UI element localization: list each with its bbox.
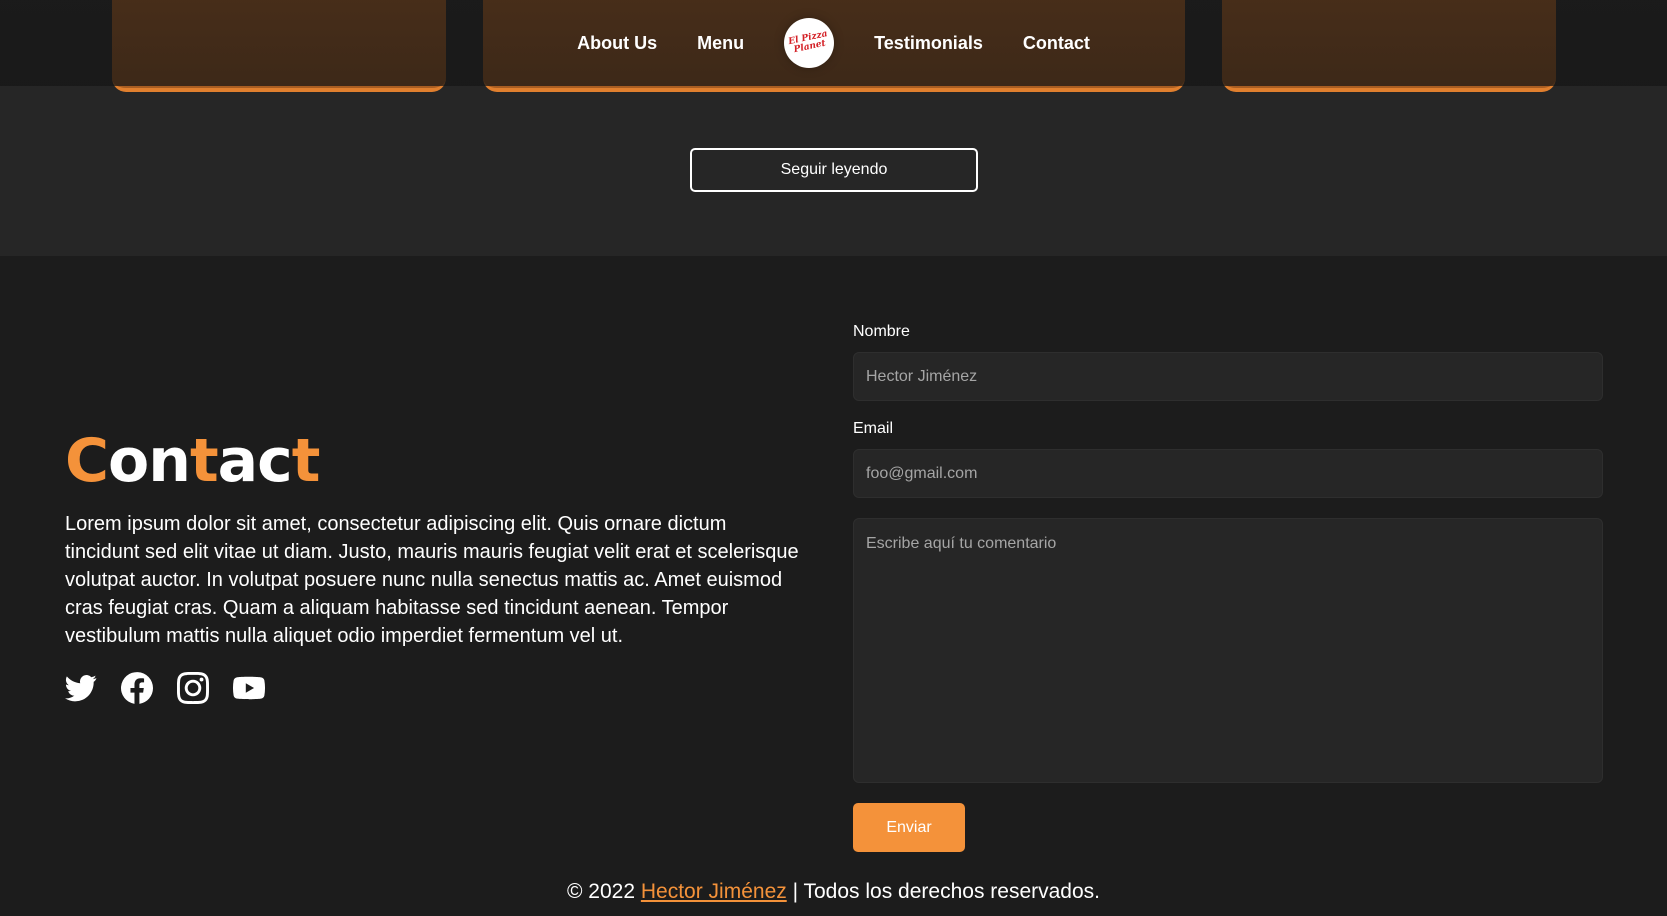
contact-description: Lorem ipsum dolor sit amet, consectetur … — [65, 513, 799, 647]
contact-info: Contact Lorem ipsum dolor sit amet, cons… — [65, 420, 805, 704]
social-links — [65, 672, 805, 704]
nav-about-us[interactable]: About Us — [577, 33, 657, 54]
navbar: About Us Menu El Pizza Planet Testimonia… — [0, 0, 1667, 86]
read-more-button[interactable]: Seguir leyendo — [690, 148, 978, 192]
title-part: t — [291, 426, 321, 496]
author-link[interactable]: Hector Jiménez — [641, 880, 787, 903]
nav-links: About Us Menu El Pizza Planet Testimonia… — [577, 18, 1090, 68]
name-field[interactable] — [853, 352, 1603, 401]
name-label: Nombre — [853, 323, 910, 340]
submit-button[interactable]: Enviar — [853, 803, 965, 852]
nav-testimonials[interactable]: Testimonials — [874, 33, 983, 54]
title-part: C — [65, 426, 109, 496]
logo-text: El Pizza Planet — [787, 29, 829, 56]
twitter-icon[interactable] — [65, 672, 97, 704]
copyright-text: © 2022 — [566, 880, 636, 903]
nav-menu[interactable]: Menu — [697, 33, 744, 54]
instagram-icon[interactable] — [177, 672, 209, 704]
contact-form: Nombre Email Enviar — [853, 320, 1603, 852]
title-part: ac — [217, 426, 293, 496]
facebook-icon[interactable] — [121, 672, 153, 704]
youtube-icon[interactable] — [233, 672, 265, 704]
logo[interactable]: El Pizza Planet — [784, 18, 835, 68]
page: Seguir leyendo About Us Menu El Pizza Pl… — [0, 0, 1667, 916]
comment-field[interactable] — [853, 518, 1603, 783]
rights-text: | Todos los derechos reservados. — [792, 880, 1100, 903]
title-part: t — [189, 426, 219, 496]
email-field[interactable] — [853, 449, 1603, 498]
title-part: on — [108, 426, 191, 496]
footer: © 2022 Hector Jiménez | Todos los derech… — [0, 880, 1667, 904]
contact-title: Contact — [65, 420, 805, 502]
email-label: Email — [853, 420, 894, 437]
field-gap — [853, 401, 1603, 417]
nav-contact[interactable]: Contact — [1023, 33, 1090, 54]
